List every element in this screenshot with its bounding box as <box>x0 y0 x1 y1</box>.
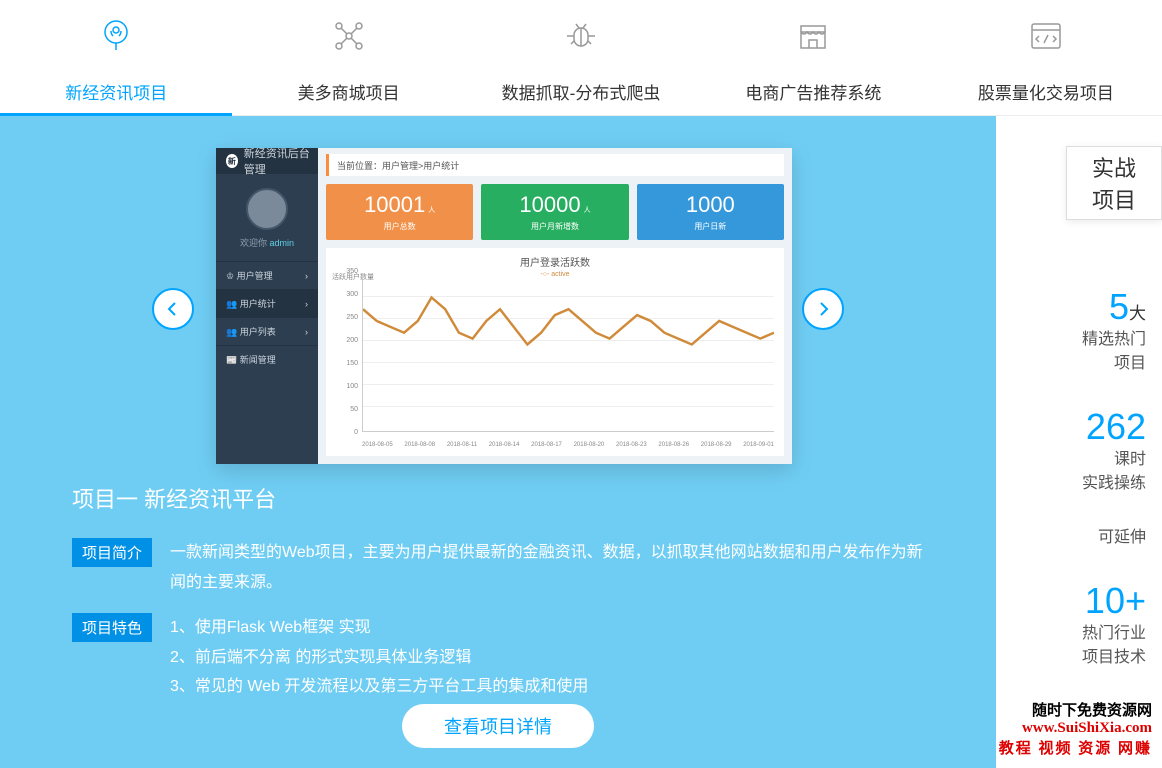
sidebar-item-stats: 👥 用户统计› <box>216 289 318 317</box>
stat-day: 1000 用户日新 <box>637 184 784 240</box>
right-sidebar: 实战 项目 5大 精选热门 项目 262 课时 实践操练 可延伸 10+ 热门行… <box>996 116 1162 700</box>
tab-label: 电商广告推荐系统 <box>745 79 881 104</box>
sidebar-item-news: 📰 新闻管理 <box>216 345 318 373</box>
tab-label: 美多商城项目 <box>298 79 400 104</box>
tab-label: 数据抓取-分布式爬虫 <box>502 79 661 104</box>
brain-icon <box>94 11 138 61</box>
stat-extend: 可延伸 <box>996 526 1146 550</box>
carousel-stage: 新 新经资讯后台管理 欢迎你 admin ♔ 用户管理› 👥 用户统计› 👥 用… <box>0 116 996 768</box>
sidebar-item-list: 👥 用户列表› <box>216 317 318 345</box>
stat-month: 10000人 用户月新增数 <box>481 184 628 240</box>
stat-total: 10001人 用户总数 <box>326 184 473 240</box>
tag-intro: 项目简介 <box>72 538 152 567</box>
dashboard-sidebar: 新 新经资讯后台管理 欢迎你 admin ♔ 用户管理› 👥 用户统计› 👥 用… <box>216 148 318 464</box>
stat-hours: 262 课时 实践操练 <box>996 406 1146 496</box>
chart-y-ticks: 350 300 250 200 150 100 50 0 <box>332 268 358 432</box>
tab-news[interactable]: 新经资讯项目 <box>0 0 232 115</box>
dashboard-screenshot: 新 新经资讯后台管理 欢迎你 admin ♔ 用户管理› 👥 用户统计› 👥 用… <box>216 148 792 464</box>
badge-title: 实战 项目 <box>1066 146 1162 220</box>
activity-chart: 用户登录活跃数 -○- active 活跃用户数量 350 300 250 20… <box>326 248 784 456</box>
sidebar-item-users: ♔ 用户管理› <box>216 261 318 289</box>
tab-label: 股票量化交易项目 <box>978 79 1114 104</box>
chart-line-svg <box>363 274 774 464</box>
chart-x-ticks: 2018-08-052018-08-082018-08-112018-08-14… <box>362 442 774 448</box>
view-detail-button[interactable]: 查看项目详情 <box>402 704 594 748</box>
breadcrumb: 当前位置：用户管理>用户统计 <box>326 154 784 176</box>
stats-row: 10001人 用户总数 10000人 用户月新增数 1000 用户日新 <box>318 176 792 248</box>
dashboard-main: 当前位置：用户管理>用户统计 10001人 用户总数 10000人 用户月新增数… <box>318 148 792 464</box>
chart-title: 用户登录活跃数 <box>336 254 774 269</box>
shop-icon <box>791 11 835 61</box>
project-title: 项目一 新经资讯平台 <box>72 482 924 514</box>
project-features: 1、使用Flask Web框架 实现 2、前后端不分离 的形式实现具体业务逻辑 … <box>170 613 588 702</box>
tab-crawler[interactable]: 数据抓取-分布式爬虫 <box>465 0 697 115</box>
carousel-prev-button[interactable] <box>152 288 194 330</box>
stat-projects: 5大 精选热门 项目 <box>996 286 1146 376</box>
code-icon <box>1024 11 1068 61</box>
dashboard-title: 新经资讯后台管理 <box>244 148 318 177</box>
dashboard-title-bar: 新 新经资讯后台管理 <box>216 148 318 174</box>
logo-icon: 新 <box>226 154 238 168</box>
project-intro: 一款新闻类型的Web项目，主要为用户提供最新的金融资讯、数据，以抓取其他网站数据… <box>170 538 924 597</box>
welcome-text: 欢迎你 admin <box>216 236 318 249</box>
tabs-nav: 新经资讯项目 美多商城项目 数据抓取-分布式爬虫 电商广告推荐系统 股票量化交易… <box>0 0 1162 116</box>
tab-label: 新经资讯项目 <box>65 79 167 104</box>
avatar <box>246 188 288 230</box>
carousel-next-button[interactable] <box>802 288 844 330</box>
watermark: 随时下免费资源网 www.SuiShiXia.com 教程 视频 资源 网赚 <box>999 699 1152 758</box>
project-info: 项目一 新经资讯平台 项目简介 一款新闻类型的Web项目，主要为用户提供最新的金… <box>72 482 924 718</box>
chart-plot <box>362 274 774 432</box>
bug-icon <box>559 11 603 61</box>
tab-ads[interactable]: 电商广告推荐系统 <box>697 0 929 115</box>
network-icon <box>327 11 371 61</box>
stat-industries: 10+ 热门行业 项目技术 <box>996 580 1146 670</box>
tab-stock[interactable]: 股票量化交易项目 <box>930 0 1162 115</box>
tag-feature: 项目特色 <box>72 613 152 642</box>
tab-mall[interactable]: 美多商城项目 <box>232 0 464 115</box>
